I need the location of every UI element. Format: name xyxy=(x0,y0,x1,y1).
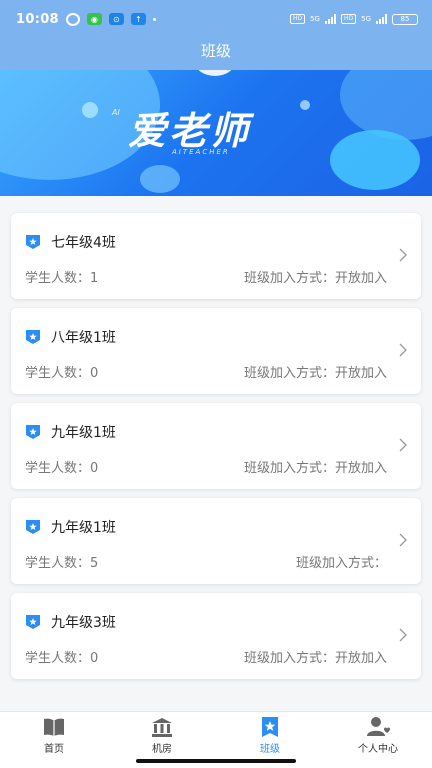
hd-icon: HD xyxy=(289,14,306,24)
join-method: 班级加入方式：开放加入 xyxy=(243,366,387,381)
star-bookmark-icon xyxy=(262,717,278,737)
banner-blob xyxy=(340,70,432,140)
student-count: 学生人数：0 xyxy=(25,366,99,381)
class-card[interactable]: 八年级1班 学生人数：0 班级加入方式：开放加入 xyxy=(11,308,421,394)
class-name: 九年级1班 xyxy=(51,425,116,441)
class-card[interactable]: 七年级4班 学生人数：1 班级加入方式：开放加入 xyxy=(11,213,421,299)
app-header: 10:08 ◉ ⊙ ↑ HD 5G HD 5G 85 班级 xyxy=(0,0,432,70)
tab-label: 机房 xyxy=(152,744,172,755)
status-bar: 10:08 ◉ ⊙ ↑ HD 5G HD 5G 85 xyxy=(0,0,432,38)
banner-blob xyxy=(140,165,180,193)
brand-logo: 爱老师 xyxy=(128,109,252,153)
network-type-label: 5G xyxy=(310,15,320,23)
class-badge-icon xyxy=(26,425,40,439)
banner-bubble xyxy=(82,102,98,118)
chevron-right-icon xyxy=(399,343,407,357)
banner-blob xyxy=(195,70,235,76)
class-badge-icon xyxy=(26,330,40,344)
book-icon xyxy=(44,718,64,736)
status-time: 10:08 xyxy=(16,11,59,27)
tab-label: 班级 xyxy=(260,744,280,755)
hotspot-icon: ⊙ xyxy=(108,13,124,25)
student-count: 学生人数：0 xyxy=(25,461,99,476)
building-icon xyxy=(152,718,172,737)
home-indicator[interactable] xyxy=(136,759,296,763)
more-notifications-icon xyxy=(152,17,156,21)
class-name: 八年级1班 xyxy=(51,330,116,346)
chevron-right-icon xyxy=(399,533,407,547)
tab-home[interactable]: 首页 xyxy=(0,712,108,768)
tab-label: 首页 xyxy=(44,744,64,755)
user-heart-icon xyxy=(367,717,390,736)
signal-icon xyxy=(324,14,336,24)
signal-icon xyxy=(376,14,387,24)
class-badge-icon xyxy=(26,520,40,534)
brand-prefix: AI xyxy=(112,108,120,117)
brand-subtitle: AITEACHER xyxy=(172,148,230,156)
join-method: 班级加入方式：开放加入 xyxy=(243,651,387,666)
hd-icon: HD xyxy=(340,14,357,24)
battery-icon: 85 xyxy=(392,13,418,25)
class-card[interactable]: 九年级1班 学生人数：5 班级加入方式： xyxy=(11,498,421,584)
class-name: 七年级4班 xyxy=(51,235,116,251)
class-name: 九年级1班 xyxy=(51,520,116,536)
upload-icon: ↑ xyxy=(130,13,146,25)
join-method: 班级加入方式：开放加入 xyxy=(243,461,387,476)
join-method: 班级加入方式：开放加入 xyxy=(243,271,387,286)
student-count: 学生人数：5 xyxy=(25,556,99,571)
student-count: 学生人数：1 xyxy=(25,271,99,286)
class-card[interactable]: 九年级1班 学生人数：0 班级加入方式：开放加入 xyxy=(11,403,421,489)
class-badge-icon xyxy=(26,615,40,629)
tab-label: 个人中心 xyxy=(358,744,398,755)
chevron-right-icon xyxy=(399,628,407,642)
student-count: 学生人数：0 xyxy=(25,651,99,666)
chevron-right-icon xyxy=(399,438,407,452)
banner-blob xyxy=(330,130,420,190)
network-type-label: 5G xyxy=(361,15,371,23)
class-list: 七年级4班 学生人数：1 班级加入方式：开放加入 八年级1班 学生人数：0 班级… xyxy=(11,213,421,688)
join-method: 班级加入方式： xyxy=(295,556,387,571)
class-badge-icon xyxy=(26,235,40,249)
alarm-icon xyxy=(65,12,80,26)
wechat-icon: ◉ xyxy=(86,13,102,25)
tab-profile[interactable]: 个人中心 xyxy=(324,712,432,768)
banner: AI 爱老师 AITEACHER xyxy=(0,70,432,196)
class-name: 九年级3班 xyxy=(51,615,116,631)
banner-bubble xyxy=(300,100,310,110)
class-card[interactable]: 九年级3班 学生人数：0 班级加入方式：开放加入 xyxy=(11,593,421,679)
page-title: 班级 xyxy=(200,42,231,60)
chevron-right-icon xyxy=(399,248,407,262)
